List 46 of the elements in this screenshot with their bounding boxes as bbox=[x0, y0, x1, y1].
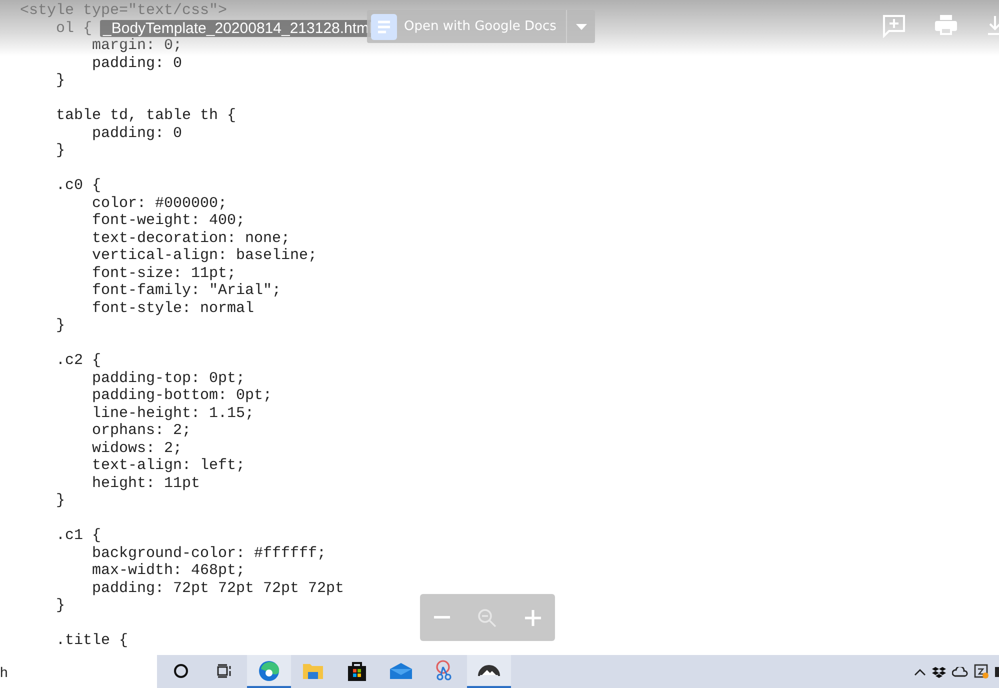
code-line: text-align: left; bbox=[91, 457, 246, 474]
store-bag-icon bbox=[347, 660, 367, 682]
code-line: font-weight: 400; bbox=[91, 212, 246, 230]
code-line: widows: 2; bbox=[91, 440, 182, 457]
code-line: font-size: 11pt; bbox=[91, 264, 236, 282]
code-line: .title { bbox=[55, 632, 128, 650]
code-line: padding: 72pt 72pt 72pt 72pt bbox=[91, 580, 344, 597]
code-line: .c1 { bbox=[55, 527, 102, 544]
code-line: font-family: "Arial"; bbox=[91, 282, 282, 300]
code-line: <style type="text/css"> bbox=[20, 2, 228, 20]
code-line: background-color: #ffffff; bbox=[91, 544, 326, 562]
code-line: padding-top: 0pt; bbox=[91, 370, 246, 387]
document-icon bbox=[371, 14, 397, 40]
code-line: } bbox=[55, 72, 66, 90]
folder-icon bbox=[302, 662, 324, 680]
code-line: padding: 0 bbox=[91, 124, 182, 142]
taskbar-app[interactable] bbox=[467, 655, 511, 688]
code-line: .c0 { bbox=[55, 177, 102, 194]
code-line: } bbox=[55, 597, 66, 614]
caret-icon bbox=[576, 24, 586, 30]
code-line: line-height: 1.15; bbox=[91, 404, 254, 422]
code-line: } bbox=[55, 317, 66, 334]
code-line: table td, table th { bbox=[55, 107, 236, 124]
code-line: .c2 { bbox=[55, 352, 102, 370]
code-line: font-style: normal bbox=[91, 300, 254, 317]
code-line: } bbox=[55, 492, 66, 510]
code-line: padding: 0 bbox=[91, 54, 182, 72]
cortana-icon bbox=[173, 662, 189, 678]
search-field[interactable]: h bbox=[0, 655, 157, 688]
code-line: max-width: 468pt; bbox=[91, 562, 246, 580]
code-line: padding-bottom: 0pt; bbox=[91, 387, 272, 404]
battery-icon[interactable] bbox=[995, 666, 999, 676]
cloud-icon[interactable] bbox=[952, 666, 968, 676]
task-view-icon bbox=[217, 664, 233, 678]
code-line: } bbox=[55, 142, 66, 160]
code-line: ol { bbox=[55, 20, 92, 37]
code-line: text-decoration: none; bbox=[91, 230, 290, 247]
code-line: margin: 0; bbox=[91, 37, 182, 54]
chevron-up-icon[interactable] bbox=[914, 668, 926, 676]
code-line: color: #000000; bbox=[91, 194, 228, 212]
code-line: orphans: 2; bbox=[91, 422, 192, 440]
edge-browser-icon bbox=[258, 660, 280, 682]
dropbox-icon[interactable] bbox=[932, 666, 946, 678]
mail-envelope-icon bbox=[389, 662, 413, 680]
code-line: height: 11pt bbox=[91, 474, 200, 492]
code-line: vertical-align: baseline; bbox=[91, 247, 318, 264]
